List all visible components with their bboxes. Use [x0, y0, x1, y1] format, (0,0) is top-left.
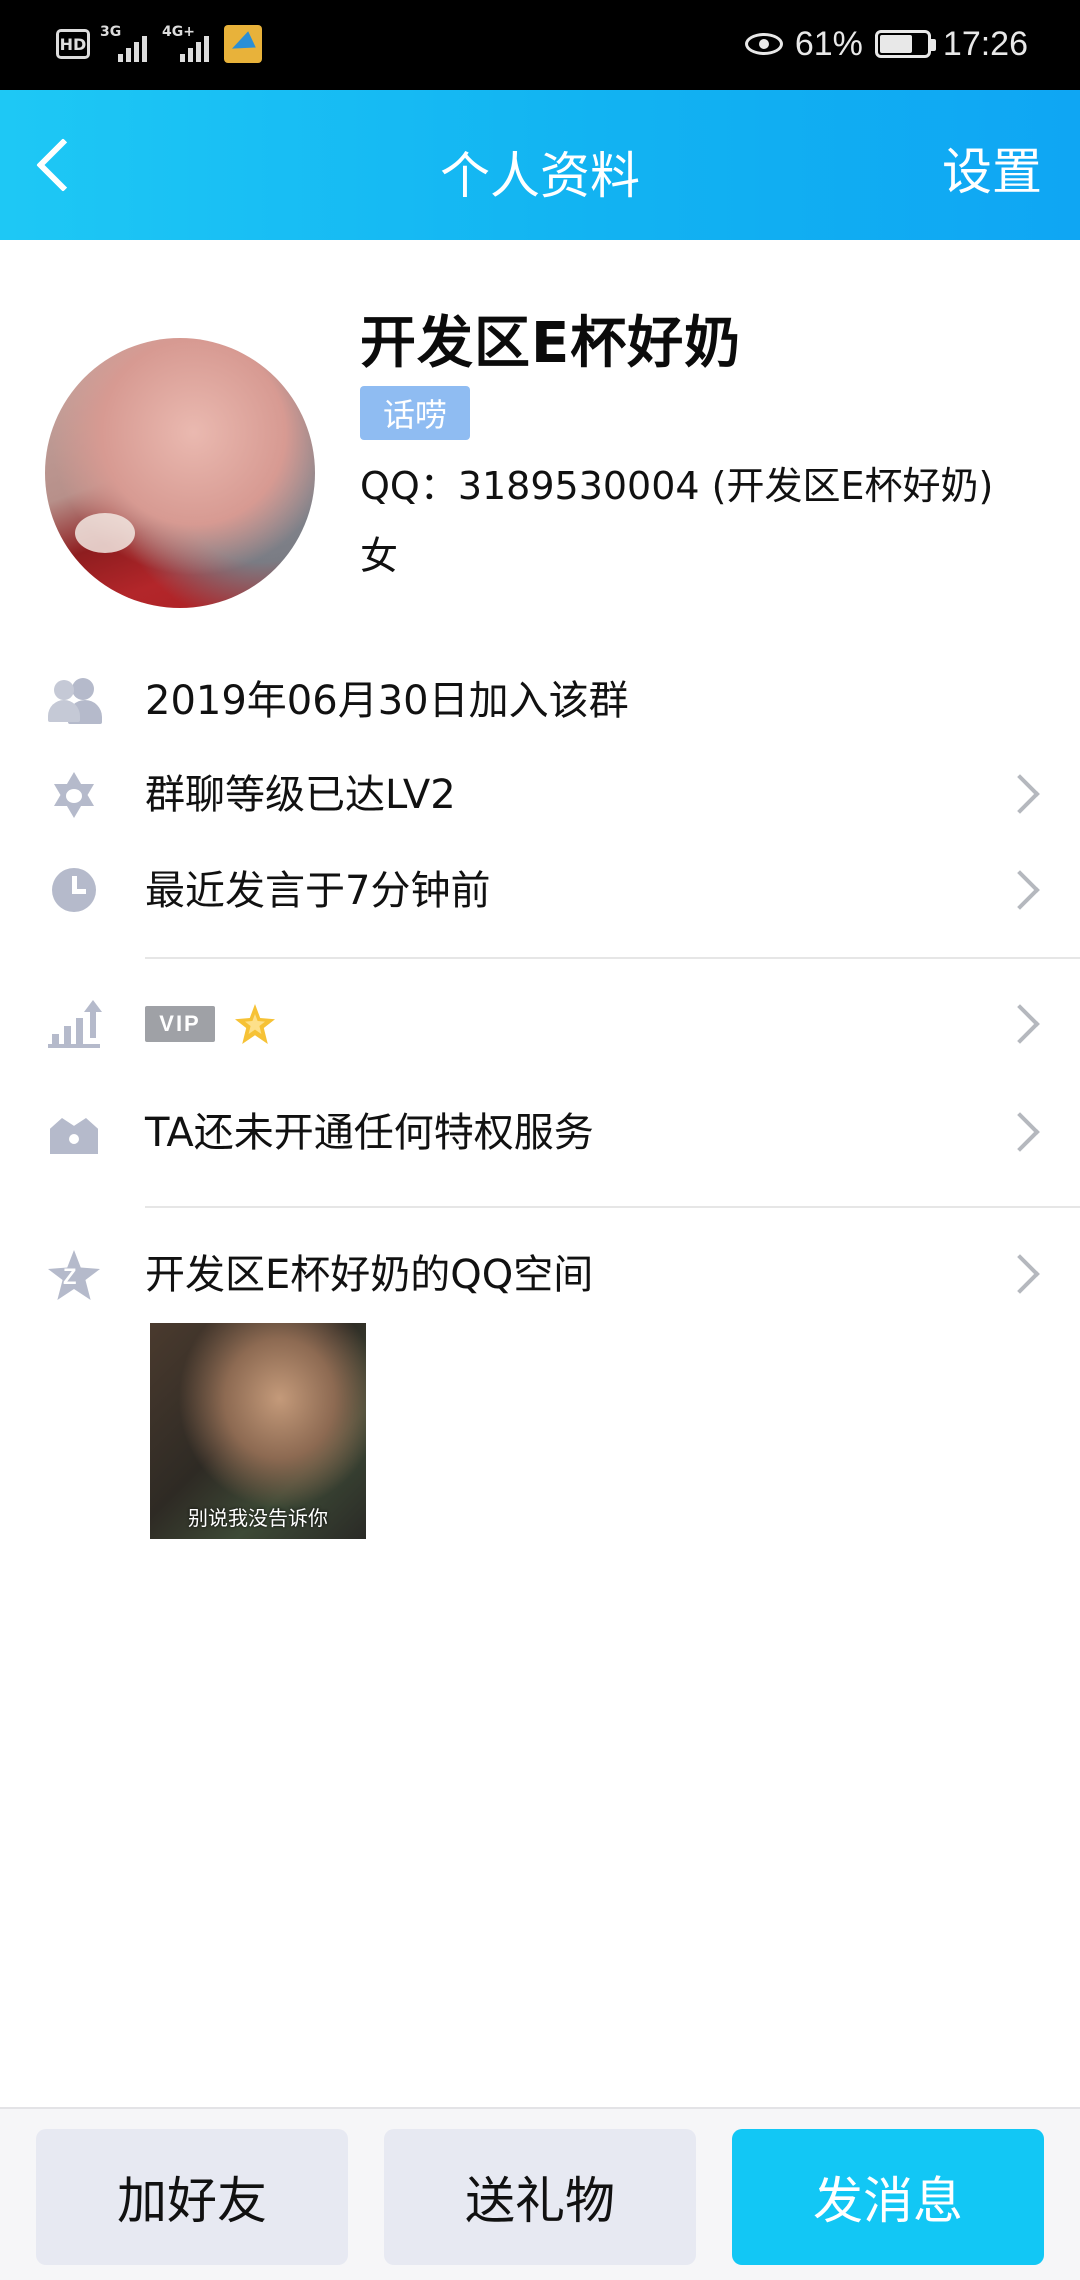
group-members-icon	[46, 676, 102, 726]
photo-caption: 别说我没告诉你	[188, 1506, 328, 1530]
divider	[145, 957, 1080, 959]
gender-label: 女	[360, 534, 399, 578]
chevron-right-icon	[1000, 774, 1040, 814]
qzone-star-icon: Z	[46, 1250, 102, 1300]
bottom-action-bar: 加好友 送礼物 发消息	[0, 2107, 1080, 2280]
battery-icon	[874, 30, 936, 58]
clock-icon	[46, 866, 102, 916]
group-level-text: 群聊等级已达LV2	[145, 772, 456, 818]
group-level-row[interactable]: 群聊等级已达LV2	[0, 750, 1080, 840]
privilege-text: TA还未开通任何特权服务	[145, 1110, 594, 1156]
chevron-right-icon	[1000, 1004, 1040, 1044]
avatar[interactable]	[45, 338, 315, 608]
page-title: 个人资料	[440, 147, 640, 205]
level-star-icon	[46, 770, 102, 820]
signal-4g-icon: 4G+	[162, 24, 214, 64]
qzone-label: 开发区E杯好奶的QQ空间	[145, 1252, 594, 1298]
add-friend-button[interactable]: 加好友	[36, 2129, 348, 2265]
send-message-button[interactable]: 发消息	[732, 2129, 1044, 2265]
settings-button[interactable]: 设置	[942, 132, 1042, 204]
last-speak-text: 最近发言于7分钟前	[145, 868, 491, 914]
qzone-row[interactable]: Z 开发区E杯好奶的QQ空间	[0, 1230, 1080, 1320]
profile-name: 开发区E杯好奶	[360, 311, 742, 376]
clock-time: 17:26	[942, 24, 1028, 63]
privilege-row[interactable]: TA还未开通任何特权服务	[0, 1088, 1080, 1178]
status-bar: HD 3G 4G+ 61% 17:26	[0, 0, 1080, 90]
growth-chart-icon	[46, 1000, 102, 1050]
last-speak-row[interactable]: 最近发言于7分钟前	[0, 846, 1080, 936]
hd-indicator: HD	[56, 29, 90, 59]
chevron-right-icon	[1000, 1254, 1040, 1294]
status-left: HD 3G 4G+	[56, 22, 262, 66]
join-date-text: 2019年06月30日加入该群	[145, 678, 629, 724]
status-right: 61% 17:26	[744, 22, 1028, 66]
send-gift-button[interactable]: 送礼物	[384, 2129, 696, 2265]
join-date-row: 2019年06月30日加入该群	[0, 656, 1080, 746]
title-tag: 话唠	[360, 386, 470, 440]
battery-percent: 61%	[794, 24, 863, 63]
qq-number: QQ：3189530004 (开发区E杯好奶)	[360, 464, 994, 508]
telegram-icon	[224, 25, 262, 63]
eye-comfort-icon	[744, 33, 783, 55]
divider	[145, 1206, 1080, 1208]
chevron-right-icon	[1000, 870, 1040, 910]
signal-3g-icon: 3G	[100, 24, 152, 64]
vip-badge: VIP	[145, 1006, 215, 1042]
top-nav-bar: 个人资料 设置	[0, 90, 1080, 240]
crown-icon	[46, 1108, 102, 1158]
chevron-right-icon	[1000, 1112, 1040, 1152]
qzone-photo-thumbnail[interactable]: 别说我没告诉你	[150, 1323, 366, 1539]
